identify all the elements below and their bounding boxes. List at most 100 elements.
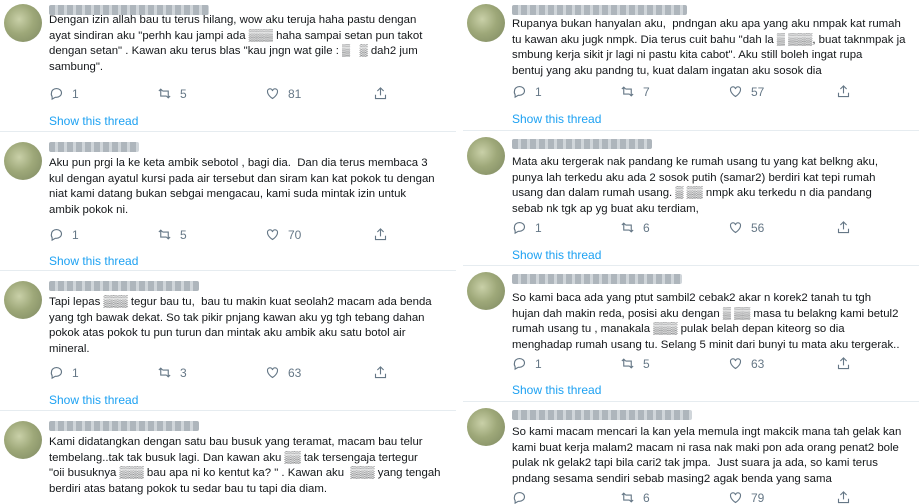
share-icon — [837, 221, 850, 234]
right-column: Rupanya bukan hanyalan aku, pndngan aku … — [463, 0, 919, 504]
show-thread-link[interactable]: Show this thread — [49, 254, 138, 268]
retweet-button[interactable]: 7 — [620, 84, 650, 99]
author-name-redacted[interactable] — [49, 421, 199, 431]
tweet-actions: 1 6 56 — [512, 220, 862, 238]
like-button[interactable]: 56 — [728, 220, 764, 235]
like-button[interactable]: 70 — [265, 227, 301, 242]
avatar[interactable] — [4, 421, 42, 459]
tweet[interactable]: Rupanya bukan hanyalan aku, pndngan aku … — [463, 0, 919, 131]
like-button[interactable]: 81 — [265, 86, 301, 101]
author-name-redacted[interactable] — [49, 142, 139, 152]
share-icon — [837, 85, 850, 98]
column-gutter — [456, 0, 463, 504]
author-name-redacted[interactable] — [512, 139, 652, 149]
heart-icon — [266, 88, 279, 100]
like-count: 63 — [751, 356, 765, 371]
like-button[interactable]: 63 — [265, 365, 301, 380]
heart-icon — [266, 229, 279, 241]
tweet-text: Dengan izin allah bau tu terus hilang, w… — [49, 14, 423, 73]
author-name-redacted[interactable] — [512, 5, 687, 15]
show-thread-link[interactable]: Show this thread — [512, 383, 601, 397]
tweet[interactable]: So kami baca ada yang ptut sambil2 cebak… — [463, 266, 919, 402]
retweet-button[interactable]: 5 — [620, 356, 650, 371]
author-name-redacted[interactable] — [512, 274, 682, 284]
left-column: Dengan izin allah bau tu terus hilang, w… — [0, 0, 456, 504]
retweet-icon — [158, 88, 171, 99]
heart-icon — [729, 358, 742, 370]
heart-icon — [266, 367, 279, 379]
reply-count: 1 — [72, 365, 79, 380]
reply-icon — [513, 85, 525, 99]
share-button[interactable] — [836, 220, 851, 235]
avatar[interactable] — [4, 281, 42, 319]
tweet-text: Tapi lepas ▒▒▒ tegur bau tu, bau tu maki… — [49, 296, 432, 355]
tweet-text: So kami macam mencari la kan yela memula… — [512, 426, 902, 485]
retweet-button[interactable]: 3 — [157, 365, 187, 380]
reply-button[interactable]: 1 — [512, 356, 542, 371]
retweet-button[interactable]: 6 — [620, 220, 650, 235]
reply-button[interactable]: 1 — [512, 220, 542, 235]
reply-count: 1 — [72, 227, 79, 242]
tweet[interactable]: Kami didatangkan dengan satu bau busuk y… — [0, 411, 456, 504]
heart-icon — [729, 222, 742, 234]
show-thread-link[interactable]: Show this thread — [512, 112, 601, 126]
tweet[interactable]: Tapi lepas ▒▒▒ tegur bau tu, bau tu maki… — [0, 271, 456, 411]
avatar[interactable] — [467, 272, 505, 310]
tweet-text: Aku pun prgi la ke keta ambik sebotol , … — [49, 157, 435, 216]
retweet-count: 6 — [643, 490, 650, 504]
reply-count: 1 — [535, 84, 542, 99]
tweet-actions: 1 5 81 — [49, 86, 399, 104]
reply-count: 1 — [535, 220, 542, 235]
reply-button[interactable]: 1 — [512, 84, 542, 99]
share-button[interactable] — [373, 86, 388, 101]
share-button[interactable] — [836, 490, 851, 504]
tweet-actions: 1 5 63 — [512, 356, 862, 374]
retweet-count: 5 — [180, 86, 187, 101]
avatar[interactable] — [467, 408, 505, 446]
show-thread-link[interactable]: Show this thread — [49, 393, 138, 407]
reply-count: 1 — [72, 86, 79, 101]
share-icon — [374, 366, 387, 379]
share-button[interactable] — [373, 227, 388, 242]
reply-button[interactable]: 1 — [49, 365, 79, 380]
tweet-text: Mata aku tergerak nak pandang ke rumah u… — [512, 156, 879, 215]
avatar[interactable] — [4, 4, 42, 42]
show-thread-link[interactable]: Show this thread — [512, 248, 601, 262]
author-name-redacted[interactable] — [49, 281, 199, 291]
retweet-button[interactable]: 5 — [157, 227, 187, 242]
reply-button[interactable]: 1 — [49, 227, 79, 242]
show-thread-link[interactable]: Show this thread — [49, 114, 138, 128]
reply-button[interactable] — [512, 490, 535, 504]
share-icon — [374, 87, 387, 100]
like-button[interactable]: 57 — [728, 84, 764, 99]
like-count: 81 — [288, 86, 302, 101]
avatar[interactable] — [467, 137, 505, 175]
like-count: 70 — [288, 227, 302, 242]
tweet[interactable]: So kami macam mencari la kan yela memula… — [463, 402, 919, 504]
share-button[interactable] — [836, 356, 851, 371]
retweet-button[interactable]: 6 — [620, 490, 650, 504]
like-button[interactable]: 63 — [728, 356, 764, 371]
tweet-actions: 1 7 57 — [512, 84, 862, 102]
like-count: 63 — [288, 365, 302, 380]
reply-icon — [513, 357, 525, 371]
retweet-count: 3 — [180, 365, 187, 380]
avatar[interactable] — [467, 4, 505, 42]
tweet[interactable]: Mata aku tergerak nak pandang ke rumah u… — [463, 131, 919, 266]
like-button[interactable]: 79 — [728, 490, 764, 504]
tweet[interactable]: Dengan izin allah bau tu terus hilang, w… — [0, 0, 456, 132]
avatar[interactable] — [4, 142, 42, 180]
reply-icon — [513, 221, 525, 235]
author-name-redacted[interactable] — [512, 410, 692, 420]
like-count: 57 — [751, 84, 765, 99]
share-button[interactable] — [373, 365, 388, 380]
like-count: 79 — [751, 490, 765, 504]
like-count: 56 — [751, 220, 765, 235]
retweet-button[interactable]: 5 — [157, 86, 187, 101]
tweet-text: Kami didatangkan dengan satu bau busuk y… — [49, 436, 441, 495]
share-button[interactable] — [836, 84, 851, 99]
tweet[interactable]: Aku pun prgi la ke keta ambik sebotol , … — [0, 132, 456, 271]
reply-button[interactable]: 1 — [49, 86, 79, 101]
reply-icon — [50, 366, 62, 380]
reply-icon — [513, 491, 525, 504]
